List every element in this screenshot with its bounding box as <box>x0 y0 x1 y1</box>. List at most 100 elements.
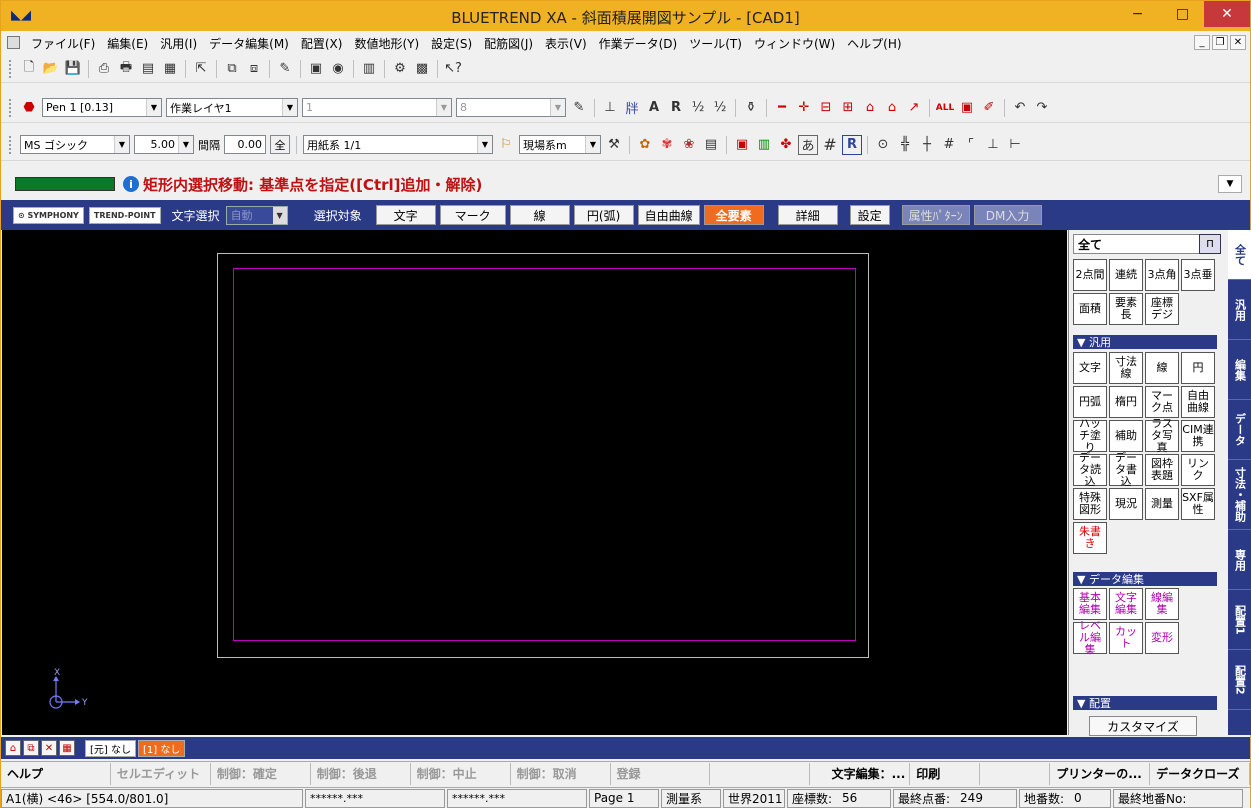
snap-perp-icon[interactable]: ⊥ <box>983 135 1003 155</box>
menu-data-edit[interactable]: データ編集(M) <box>203 35 295 52</box>
menu-file[interactable]: ファイル(F) <box>25 35 101 52</box>
document-icon[interactable] <box>7 36 20 49</box>
toolbar-grip[interactable] <box>9 135 13 154</box>
spacing-input[interactable]: 0.00 <box>224 135 266 154</box>
edit-basic[interactable]: 基本編集 <box>1073 588 1107 620</box>
tool-dimension[interactable]: 寸法線 <box>1109 352 1143 384</box>
plugin-icon[interactable]: ⚙ <box>390 59 410 79</box>
minimize-button[interactable]: − <box>1115 1 1160 27</box>
report-icon[interactable]: ▤ <box>138 59 158 79</box>
menu-view[interactable]: 表示(V) <box>539 35 593 52</box>
vtab-special[interactable]: 専用 <box>1228 530 1251 590</box>
line-icon[interactable]: ━ <box>772 98 792 118</box>
tool-current-status[interactable]: 現況 <box>1109 488 1143 520</box>
menu-rebar[interactable]: 配筋図(J) <box>478 35 539 52</box>
pin-icon[interactable]: П <box>1199 234 1221 254</box>
rect-icon[interactable]: ⊟ <box>816 98 836 118</box>
fraction-icon[interactable]: ½ <box>688 98 708 118</box>
context-help-icon[interactable]: ↖? <box>443 59 463 79</box>
vtab-all[interactable]: 全て <box>1228 230 1251 280</box>
edit-cut[interactable]: カット <box>1109 622 1143 654</box>
fkey-abort[interactable]: 制御：中止 <box>411 762 511 785</box>
edit-text[interactable]: 文字編集 <box>1109 588 1143 620</box>
tool-circle[interactable]: 円 <box>1181 352 1215 384</box>
print-preview-icon[interactable]: ⎙ <box>94 59 114 79</box>
zoom-icon[interactable]: ◉ <box>328 59 348 79</box>
fkey-data-close[interactable]: データクローズ <box>1150 762 1250 785</box>
filter-all-elements-button[interactable]: 全要素 <box>703 205 764 225</box>
filter-detail-button[interactable]: 詳細 <box>777 205 838 225</box>
close-button[interactable]: ✕ <box>1204 1 1250 27</box>
maximize-button[interactable]: □ <box>1160 1 1205 27</box>
vtab-edit[interactable]: 編集 <box>1228 340 1251 400</box>
fkey-cancel[interactable]: 制御：取消 <box>511 762 611 785</box>
tool-free-curve[interactable]: 自由曲線 <box>1181 386 1215 418</box>
menu-settings[interactable]: 設定(S) <box>425 35 478 52</box>
tool-hatch[interactable]: ハッチ塗り <box>1073 418 1107 454</box>
snap-point-icon[interactable]: ⊙ <box>873 135 893 155</box>
measure-element-length-button[interactable]: 要素長 <box>1109 293 1143 325</box>
grid-view-icon[interactable]: ▥ <box>359 59 379 79</box>
menu-work-data[interactable]: 作業データ(D) <box>593 35 684 52</box>
tool-special-shape[interactable]: 特殊図形 <box>1073 488 1107 520</box>
pen-tool-icon[interactable]: ✎ <box>569 98 589 118</box>
coordinate-system-dropdown[interactable]: 現場系m ▼ <box>519 135 601 154</box>
drawing-canvas[interactable]: X Y <box>2 230 1067 735</box>
color-fill-icon[interactable]: ❀ <box>679 135 699 155</box>
rect-branch-icon[interactable]: ⊞ <box>838 98 858 118</box>
filter-settings-button[interactable]: 設定 <box>849 205 890 225</box>
layer-grid-icon[interactable]: ▦ <box>59 740 75 756</box>
snap-corner-icon[interactable]: ⌜ <box>961 135 981 155</box>
fkey-register[interactable]: 登録 <box>611 762 711 785</box>
money-icon[interactable]: ⚱ <box>741 98 761 118</box>
line-style-dropdown[interactable]: 8 ▼ <box>456 98 566 117</box>
edit-pen-icon[interactable]: ✐ <box>979 98 999 118</box>
half-char-icon[interactable]: ½ <box>710 98 730 118</box>
trend-point-logo[interactable]: TREND-POINT <box>88 206 161 224</box>
window-layout-icon[interactable]: ▤ <box>701 135 721 155</box>
area-select-icon[interactable]: ▣ <box>957 98 977 118</box>
text-a-box-icon[interactable]: あ <box>798 134 818 155</box>
pen-dropdown[interactable]: Pen 1 [0.13] ▼ <box>42 98 162 117</box>
tool-data-read[interactable]: データ読込 <box>1073 452 1107 488</box>
layer-dropdown[interactable]: 作業レイヤ1 ▼ <box>166 98 298 117</box>
dm-input-button[interactable]: DM入力 <box>973 205 1042 225</box>
snap-grid-icon[interactable]: # <box>939 135 959 155</box>
edit-transform[interactable]: 変形 <box>1145 622 1179 654</box>
original-layer-tab[interactable]: [元] なし <box>85 739 136 757</box>
tool-arc[interactable]: 円弧 <box>1073 386 1107 418</box>
measure-3point-angle-button[interactable]: 3点角 <box>1145 259 1179 291</box>
curve-arrow-icon[interactable]: ↗ <box>904 98 924 118</box>
undo-icon[interactable]: ↶ <box>1010 98 1030 118</box>
coord-digitize-button[interactable]: 座標デジ <box>1145 293 1179 325</box>
tool-data-write[interactable]: データ書込 <box>1109 452 1143 488</box>
calendar-icon[interactable]: ▩ <box>412 59 432 79</box>
open-folder-icon[interactable]: 📂 <box>41 59 61 79</box>
vtab-data[interactable]: データ <box>1228 400 1251 460</box>
tool-link[interactable]: リンク <box>1181 454 1215 486</box>
fkey-blank2[interactable] <box>980 762 1051 785</box>
fkey-print[interactable]: 印刷 <box>910 762 981 785</box>
symphony-logo[interactable]: ⊙ SYMPHONY <box>13 206 84 224</box>
eraser-icon[interactable]: ⬣ <box>19 98 39 118</box>
fkey-help[interactable]: ヘルプ <box>1 762 111 785</box>
tool-raster[interactable]: ラスタ写真 <box>1145 418 1179 454</box>
current-layer-tab[interactable]: [1] なし <box>137 739 186 757</box>
cross-line-icon[interactable]: ✛ <box>794 98 814 118</box>
save-icon[interactable]: 💾 <box>63 59 83 79</box>
snap-icon[interactable]: ▣ <box>732 135 752 155</box>
cursor-tool-icon[interactable]: ⇱ <box>191 59 211 79</box>
all-select-icon[interactable]: ALL <box>935 98 955 118</box>
fkey-back[interactable]: 制御：後退 <box>311 762 411 785</box>
tool-red-pen[interactable]: 朱書き <box>1073 522 1107 554</box>
toolbar-grip[interactable] <box>9 59 13 78</box>
vtab-layout1[interactable]: 配置1 <box>1228 590 1251 650</box>
layer-copy-icon[interactable]: ⧉ <box>23 740 39 756</box>
level-icon[interactable]: ⊥ <box>600 98 620 118</box>
fkey-cell-edit[interactable]: セルエディット <box>111 762 211 785</box>
toolbar-grip[interactable] <box>9 98 13 117</box>
mdi-minimize-button[interactable]: _ <box>1194 35 1210 50</box>
text-a-icon[interactable]: A <box>644 98 664 118</box>
element-info-icon[interactable]: ▣ <box>306 59 326 79</box>
mdi-close-button[interactable]: ✕ <box>1230 35 1246 50</box>
